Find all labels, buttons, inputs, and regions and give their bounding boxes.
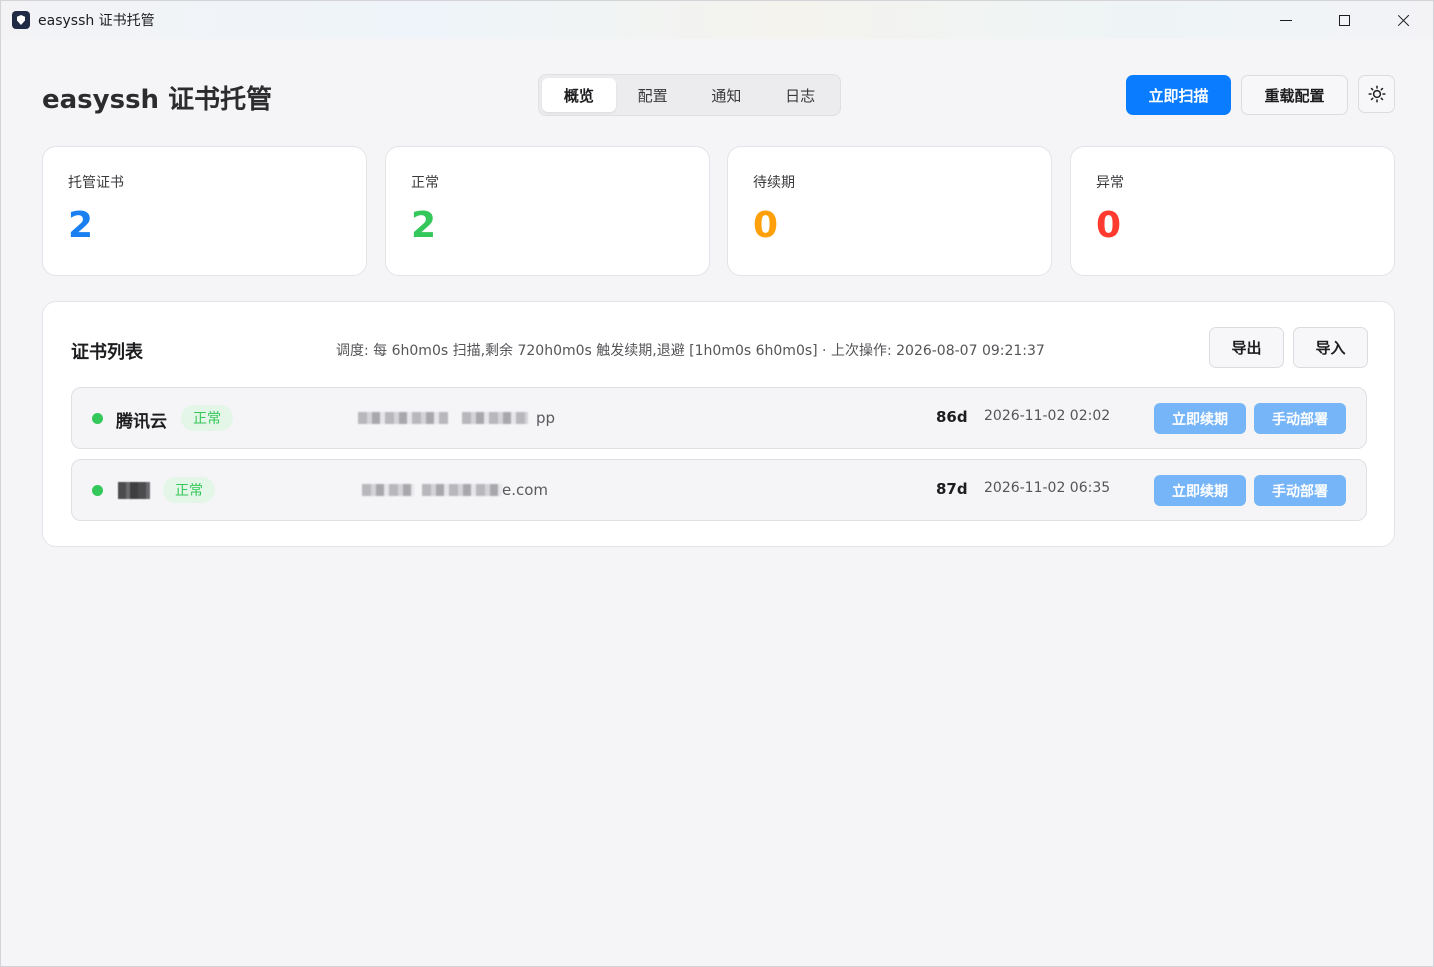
schedule-info: 调度: 每 6h0m0s 扫描,剩余 720h0m0s 触发续期,退避 [1h0… — [336, 343, 1045, 359]
stat-label: 待续期 — [753, 175, 795, 191]
reload-config-button[interactable]: 重载配置 — [1241, 75, 1348, 115]
table-row[interactable]: 正常 e.com 87d 2026-11-02 06:35 立即续期 手动部署 — [71, 459, 1367, 521]
days-remaining: 86d — [936, 408, 968, 426]
window-title: easyssh 证书托管 — [38, 13, 155, 29]
stats-row: 托管证书 2 正常 2 待续期 0 异常 0 — [42, 146, 1395, 276]
stat-value: 2 — [411, 205, 437, 246]
app-window: easyssh 证书托管 easyssh 证书托管 概览 配置 通知 日志 立即… — [0, 0, 1434, 967]
shield-icon — [12, 11, 30, 29]
stat-value: 0 — [753, 205, 779, 246]
page-title: easyssh 证书托管 — [42, 85, 273, 115]
scan-now-button[interactable]: 立即扫描 — [1126, 75, 1231, 115]
tab-config[interactable]: 配置 — [616, 78, 690, 112]
minimize-button[interactable] — [1256, 1, 1315, 39]
stat-label: 正常 — [411, 175, 439, 191]
stat-label: 异常 — [1096, 175, 1124, 191]
stat-value: 2 — [68, 205, 94, 246]
maximize-icon — [1339, 14, 1350, 26]
stat-card-pending: 待续期 0 — [727, 146, 1052, 276]
tab-notify[interactable]: 通知 — [690, 78, 764, 112]
close-icon — [1397, 14, 1410, 27]
domain-tail: e.com — [502, 481, 549, 499]
stat-value: 0 — [1096, 205, 1122, 246]
tab-logs[interactable]: 日志 — [763, 78, 837, 112]
window-controls — [1256, 1, 1433, 39]
tab-bar: 概览 配置 通知 日志 — [538, 74, 841, 116]
renew-now-button[interactable]: 立即续期 — [1154, 403, 1246, 434]
theme-toggle-button[interactable] — [1358, 75, 1395, 113]
status-dot — [92, 413, 103, 424]
redacted-name — [118, 482, 150, 499]
redacted-domain — [462, 412, 528, 424]
manual-deploy-button[interactable]: 手动部署 — [1254, 403, 1346, 434]
cert-name: 腾讯云 — [116, 412, 167, 432]
export-button[interactable]: 导出 — [1209, 327, 1284, 368]
import-button[interactable]: 导入 — [1293, 327, 1368, 368]
redacted-domain — [362, 484, 414, 496]
list-title: 证书列表 — [71, 342, 143, 363]
expiry-date: 2026-11-02 02:02 — [984, 408, 1111, 424]
stat-card-normal: 正常 2 — [385, 146, 710, 276]
certificate-list-panel: 证书列表 调度: 每 6h0m0s 扫描,剩余 720h0m0s 触发续期,退避… — [42, 301, 1395, 547]
sun-icon — [1367, 85, 1386, 103]
expiry-date: 2026-11-02 06:35 — [984, 480, 1111, 496]
domain-tail: pp — [536, 409, 556, 427]
stat-card-managed: 托管证书 2 — [42, 146, 367, 276]
renew-now-button[interactable]: 立即续期 — [1154, 475, 1246, 506]
minimize-icon — [1279, 19, 1292, 21]
stat-label: 托管证书 — [68, 175, 124, 191]
redacted-domain — [358, 412, 448, 424]
stat-card-error: 异常 0 — [1070, 146, 1395, 276]
status-badge: 正常 — [181, 405, 233, 431]
tab-overview[interactable]: 概览 — [542, 78, 616, 112]
status-dot — [92, 485, 103, 496]
page-header: easyssh 证书托管 概览 配置 通知 日志 立即扫描 重载配置 — [1, 73, 1433, 117]
redacted-domain — [422, 484, 502, 496]
maximize-button[interactable] — [1315, 1, 1374, 39]
days-remaining: 87d — [936, 480, 968, 498]
close-button[interactable] — [1374, 1, 1433, 39]
title-bar: easyssh 证书托管 — [1, 1, 1433, 39]
status-badge: 正常 — [163, 477, 215, 503]
table-row[interactable]: 腾讯云 正常 pp 86d 2026-11-02 02:02 立即续期 手动部署 — [71, 387, 1367, 449]
manual-deploy-button[interactable]: 手动部署 — [1254, 475, 1346, 506]
